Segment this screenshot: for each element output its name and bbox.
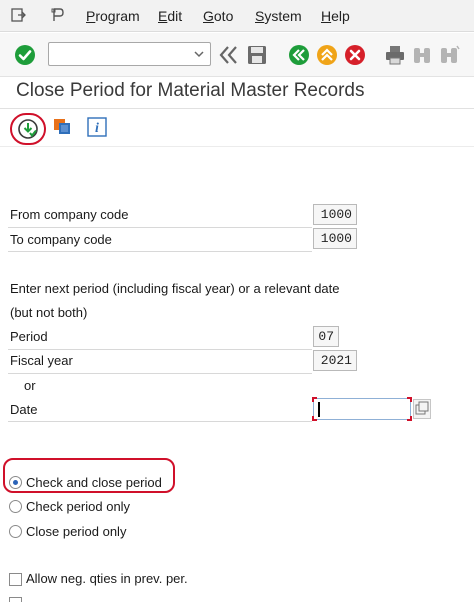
cancel-icon[interactable] <box>344 44 366 66</box>
fiscal-year-label: Fiscal year <box>10 353 73 368</box>
menu-bar: Program Edit Goto System Help <box>0 0 474 32</box>
standard-toolbar <box>0 33 474 77</box>
menu-exit-icon[interactable] <box>10 7 26 23</box>
menu-system[interactable]: System <box>255 8 302 24</box>
to-company-code-field[interactable]: 1000 <box>313 228 357 249</box>
period-label: Period <box>10 329 48 344</box>
menu-goto[interactable]: Goto <box>203 8 233 24</box>
menu-help[interactable]: Help <box>321 8 350 24</box>
chevron-down-icon[interactable] <box>192 47 206 61</box>
row-underline <box>8 421 312 422</box>
period-field[interactable]: 07 <box>313 326 339 347</box>
menu-p-icon[interactable] <box>50 7 66 23</box>
focus-corner <box>312 397 317 402</box>
date-value-help-button[interactable] <box>413 399 431 419</box>
radio-label: Check and close period <box>26 475 162 490</box>
row-underline <box>8 251 312 252</box>
exit-icon[interactable] <box>316 44 338 66</box>
menu-program[interactable]: Program <box>86 8 140 24</box>
value-help-icon <box>415 401 429 415</box>
app-toolbar-divider <box>0 146 474 147</box>
from-company-code-field[interactable]: 1000 <box>313 204 357 225</box>
row-underline <box>8 349 312 350</box>
program-info-icon[interactable]: i <box>86 116 108 138</box>
fiscal-year-field[interactable]: 2021 <box>313 350 357 371</box>
page-title: Close Period for Material Master Records <box>16 80 365 101</box>
back-icon[interactable] <box>288 44 310 66</box>
focus-corner <box>407 397 412 402</box>
command-input[interactable] <box>49 43 189 65</box>
row-underline <box>8 227 312 228</box>
from-company-code-label: From company code <box>10 207 129 222</box>
get-variant-icon[interactable] <box>52 116 74 138</box>
menu-edit[interactable]: Edit <box>158 8 182 24</box>
print-icon[interactable] <box>384 44 406 66</box>
radio-button-selected[interactable] <box>9 476 22 489</box>
back-nav-icon[interactable] <box>218 44 240 66</box>
command-field[interactable] <box>48 42 211 66</box>
radio-label: Close period only <box>26 524 127 539</box>
find-icon[interactable] <box>411 44 433 66</box>
instruction-text-2: (but not both) <box>10 305 88 320</box>
find-next-icon[interactable] <box>438 44 460 66</box>
date-label: Date <box>10 402 38 417</box>
enter-icon[interactable] <box>14 44 36 66</box>
date-field[interactable] <box>312 397 412 421</box>
svg-text:i: i <box>95 121 99 136</box>
radio-label: Check period only <box>26 499 131 514</box>
focus-corner <box>407 416 412 421</box>
save-icon[interactable] <box>246 44 268 66</box>
or-label: or <box>24 378 36 393</box>
instruction-text: Enter next period (including fiscal year… <box>10 281 340 296</box>
text-cursor <box>318 402 320 417</box>
row-underline <box>8 373 312 374</box>
radio-button[interactable] <box>9 500 22 513</box>
title-divider <box>0 108 474 109</box>
radio-button[interactable] <box>9 525 22 538</box>
to-company-code-label: To company code <box>10 232 112 247</box>
checkbox-label: Allow neg. qties in prev. per. <box>26 571 188 586</box>
checkbox[interactable] <box>9 597 22 602</box>
checkbox[interactable] <box>9 573 22 586</box>
focus-corner <box>312 416 317 421</box>
execute-icon[interactable] <box>17 118 39 140</box>
